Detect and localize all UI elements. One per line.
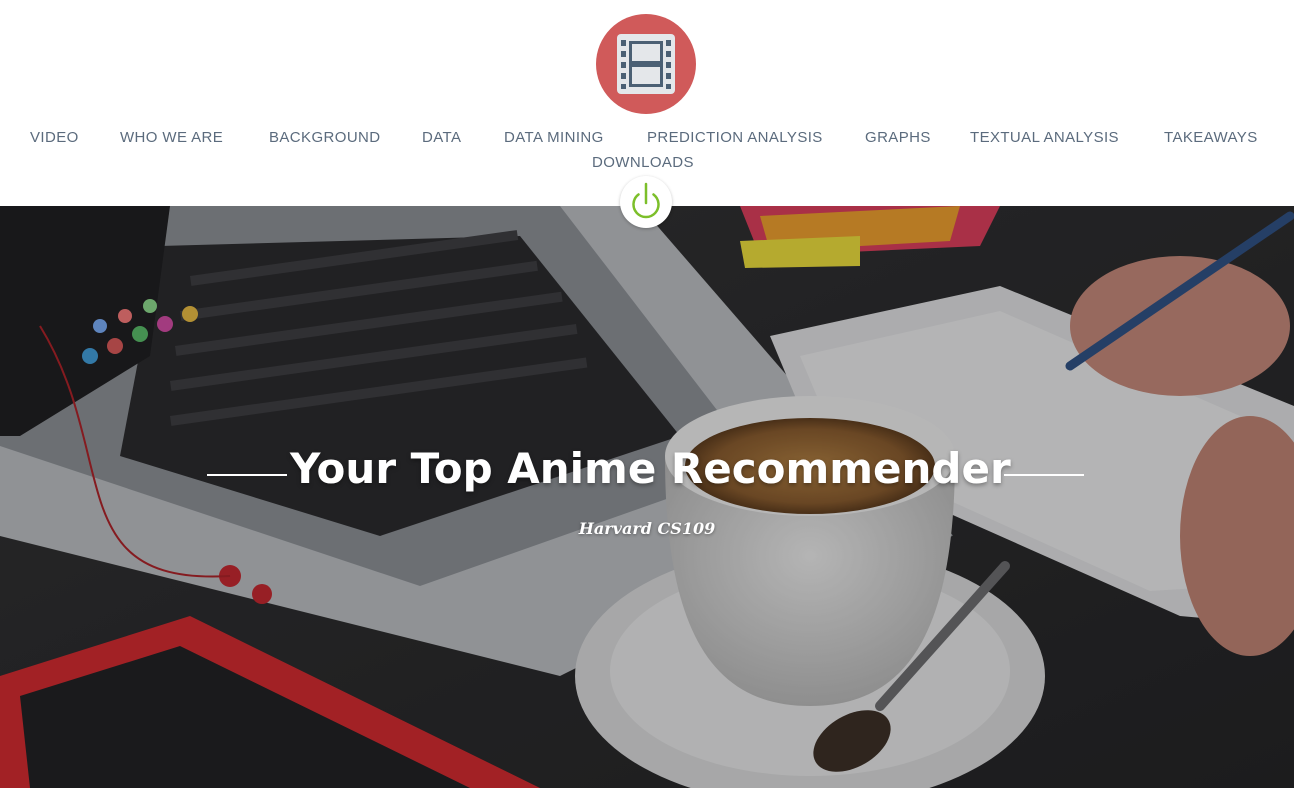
hero-dark-overlay: [0, 206, 1294, 788]
nav-item-data[interactable]: DATA: [422, 128, 461, 148]
main-nav: VIDEO WHO WE ARE BACKGROUND DATA DATA MI…: [0, 128, 1294, 178]
nav-item-downloads[interactable]: DOWNLOADS: [592, 153, 694, 173]
nav-item-graphs[interactable]: GRAPHS: [865, 128, 931, 148]
nav-item-takeaways[interactable]: TAKEAWAYS: [1164, 128, 1258, 148]
hero-title: Your Top Anime Recommender: [290, 444, 1011, 493]
hero-subtitle: Harvard CS109: [578, 519, 716, 538]
power-button[interactable]: [620, 176, 672, 228]
nav-item-textual-analysis[interactable]: TEXTUAL ANALYSIS: [970, 128, 1119, 148]
film-strip-icon: [617, 34, 675, 94]
hero-section: Your Top Anime Recommender Harvard CS109: [0, 206, 1294, 788]
nav-item-video[interactable]: VIDEO: [30, 128, 79, 148]
nav-item-who-we-are[interactable]: WHO WE ARE: [120, 128, 223, 148]
nav-item-data-mining[interactable]: DATA MINING: [504, 128, 604, 148]
nav-item-prediction-analysis[interactable]: PREDICTION ANALYSIS: [647, 128, 823, 148]
title-line-left: [207, 474, 287, 476]
title-line-right: [1004, 474, 1084, 476]
power-icon: [632, 182, 660, 219]
logo[interactable]: [596, 14, 696, 114]
nav-item-background[interactable]: BACKGROUND: [269, 128, 381, 148]
